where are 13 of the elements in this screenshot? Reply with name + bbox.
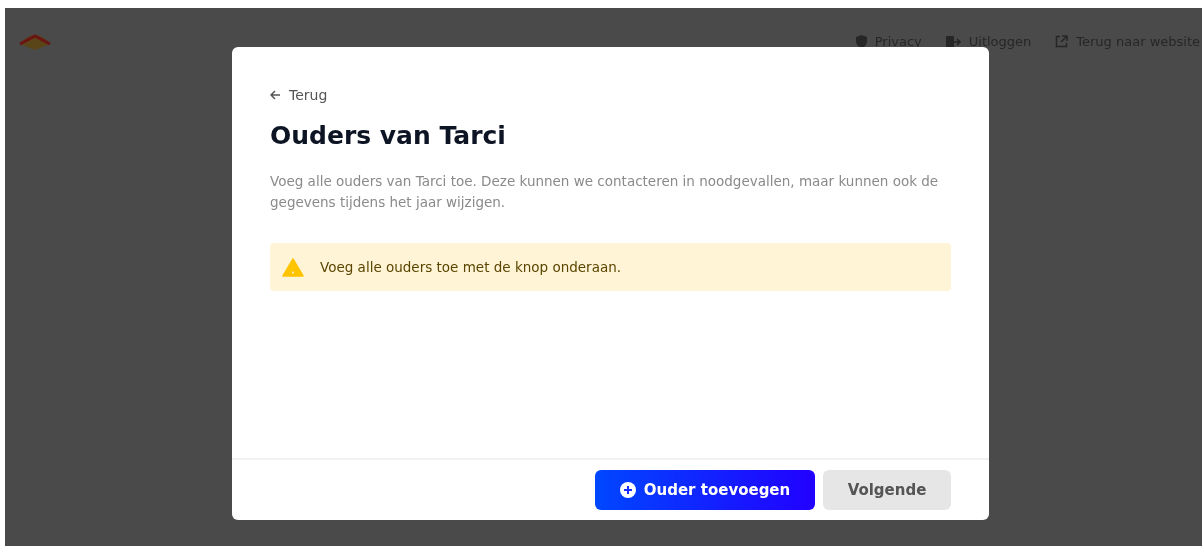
logout-icon [945, 35, 961, 48]
modal-title: Ouders van Tarci [270, 121, 507, 151]
modal-description: Voeg alle ouders van Tarci toe. Deze kunnen we contacteren in noodgevallen, maar kunnen ook de gegevens tijdens het jaar wijzigen. [270, 172, 940, 212]
back-link[interactable]: Terug [270, 84, 328, 106]
add-parent-button[interactable]: Ouder toevoegen [595, 470, 815, 510]
plus-circle-icon [619, 482, 636, 498]
external-link-icon [1055, 35, 1069, 49]
next-button[interactable]: Volgende [823, 470, 951, 510]
warning-icon [282, 257, 304, 277]
alert-text: Voeg alle ouders toe met de knop onderaan. [320, 258, 622, 277]
logo-icon [19, 32, 51, 50]
shield-icon [855, 35, 867, 49]
back-arrow-icon [270, 90, 281, 100]
